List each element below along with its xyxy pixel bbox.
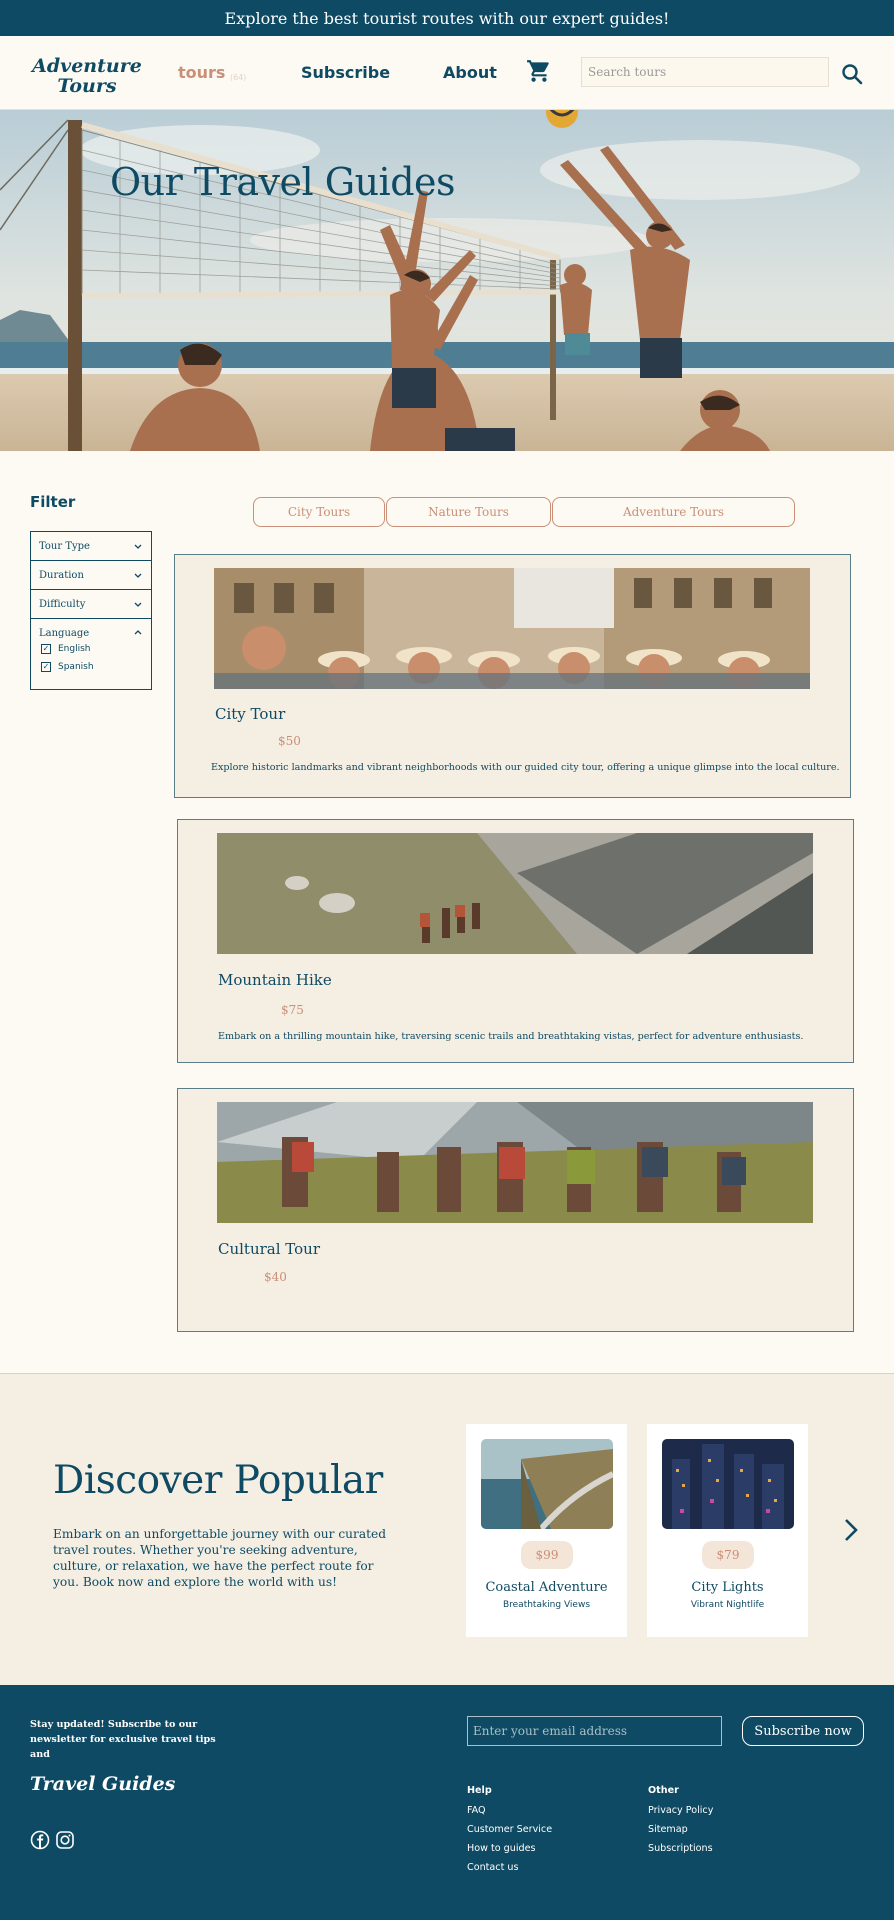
announcement-text: Explore the best tourist routes with our… <box>224 8 670 28</box>
tour-image-mountain <box>217 833 813 954</box>
hero-banner: Our Travel Guides <box>0 110 894 451</box>
site-logo[interactable]: Adventure Tours <box>32 56 142 96</box>
language-option-english[interactable]: ✓ English <box>31 641 151 657</box>
footer-link-sitemap[interactable]: Sitemap <box>648 1824 713 1835</box>
email-field[interactable] <box>467 1716 722 1746</box>
footer-other-heading: Other <box>648 1785 679 1796</box>
filter-tour-type[interactable]: Tour Type <box>31 532 151 561</box>
filter-panel: Tour Type Duration Difficulty Language ✓… <box>30 531 152 690</box>
chevron-down-icon <box>134 602 142 607</box>
footer-link-subscriptions[interactable]: Subscriptions <box>648 1843 713 1854</box>
tour-description: Embark on a thrilling mountain hike, tra… <box>218 1031 804 1042</box>
popular-name: City Lights <box>691 1580 764 1595</box>
language-option-label: Spanish <box>58 662 94 672</box>
footer-link-customer-service[interactable]: Customer Service <box>467 1824 552 1835</box>
footer-other-column: Other Privacy Policy Sitemap Subscriptio… <box>648 1785 713 1862</box>
filter-language-header[interactable]: Language <box>31 619 151 639</box>
filter-title: Filter <box>30 493 76 511</box>
filter-duration-label: Duration <box>39 570 84 581</box>
tour-image-cultural <box>217 1102 813 1223</box>
footer-link-faq[interactable]: FAQ <box>467 1805 552 1816</box>
newsletter-text: Stay updated! Subscribe to our newslette… <box>30 1719 216 1760</box>
popular-section: Discover Popular Embark on an unforgetta… <box>0 1373 894 1685</box>
search-input[interactable] <box>581 57 829 87</box>
tour-price: $40 <box>264 1270 287 1284</box>
tour-description: Explore historic landmarks and vibrant n… <box>211 762 840 773</box>
tour-price: $75 <box>281 1003 304 1017</box>
nav-link-subscribe[interactable]: Subscribe <box>301 63 390 82</box>
footer-link-how-to-guides[interactable]: How to guides <box>467 1843 552 1854</box>
tour-image-city <box>214 568 810 689</box>
tour-title: Cultural Tour <box>218 1240 321 1258</box>
chevron-down-icon <box>134 544 142 549</box>
popular-description: Embark on an unforgettable journey with … <box>53 1527 387 1589</box>
search-icon[interactable] <box>840 62 864 86</box>
chevron-right-icon[interactable] <box>840 1516 862 1544</box>
language-option-spanish[interactable]: ✓ Spanish <box>31 659 151 675</box>
popular-subtitle: Breathtaking Views <box>502 1600 591 1610</box>
popular-card[interactable]: $79 City Lights Vibrant Nightlife <box>647 1424 808 1637</box>
popular-price: $79 <box>702 1541 754 1569</box>
tour-card[interactable]: City Tour $50 Explore historic landmarks… <box>174 554 851 798</box>
popular-title: Discover Popular <box>53 1458 383 1503</box>
footer-link-contact-us[interactable]: Contact us <box>467 1862 552 1873</box>
language-option-label: English <box>58 644 91 654</box>
chevron-down-icon <box>134 573 142 578</box>
main-nav: Adventure Tours tours (64) Subscribe Abo… <box>0 36 894 110</box>
footer-logo[interactable]: Travel Guides <box>30 1773 175 1795</box>
tour-title: Mountain Hike <box>218 971 332 989</box>
filter-duration[interactable]: Duration <box>31 561 151 590</box>
popular-name: Coastal Adventure <box>485 1580 608 1595</box>
tab-city-tours[interactable]: City Tours <box>253 497 385 527</box>
filter-tour-type-label: Tour Type <box>39 541 90 552</box>
footer-link-privacy-policy[interactable]: Privacy Policy <box>648 1805 713 1816</box>
nav-link-about[interactable]: About <box>443 63 497 82</box>
tour-card[interactable]: Cultural Tour $40 <box>177 1088 854 1332</box>
announcement-bar: Explore the best tourist routes with our… <box>0 0 894 36</box>
filter-language-label: Language <box>39 628 90 639</box>
popular-image-coastal <box>481 1439 613 1529</box>
tours-count-badge: (64) <box>230 73 247 82</box>
filter-difficulty-label: Difficulty <box>39 599 86 610</box>
tour-title: City Tour <box>215 705 286 723</box>
tab-adventure-tours[interactable]: Adventure Tours <box>552 497 795 527</box>
site-footer: Stay updated! Subscribe to our newslette… <box>0 1685 894 1920</box>
tour-card[interactable]: Mountain Hike $75 Embark on a thrilling … <box>177 819 854 1063</box>
popular-card[interactable]: $99 Coastal Adventure Breathtaking Views <box>466 1424 627 1637</box>
tab-nature-tours[interactable]: Nature Tours <box>386 497 551 527</box>
popular-image-city-lights <box>662 1439 794 1529</box>
chevron-up-icon <box>134 630 142 635</box>
popular-price: $99 <box>521 1541 573 1569</box>
filter-language: Language ✓ English ✓ Spanish <box>31 619 151 675</box>
page-title: Our Travel Guides <box>110 160 456 204</box>
subscribe-now-button[interactable]: Subscribe now <box>742 1716 864 1746</box>
footer-help-heading: Help <box>467 1785 492 1796</box>
check-icon[interactable]: ✓ <box>41 644 51 654</box>
filter-difficulty[interactable]: Difficulty <box>31 590 151 619</box>
nav-link-tours[interactable]: tours <box>178 63 225 82</box>
tour-price: $50 <box>278 734 301 748</box>
facebook-icon[interactable] <box>30 1830 50 1850</box>
cart-icon[interactable] <box>526 58 552 84</box>
check-icon[interactable]: ✓ <box>41 662 51 672</box>
footer-help-column: Help FAQ Customer Service How to guides … <box>467 1785 552 1881</box>
instagram-icon[interactable] <box>55 1830 75 1850</box>
popular-subtitle: Vibrant Nightlife <box>690 1600 765 1610</box>
